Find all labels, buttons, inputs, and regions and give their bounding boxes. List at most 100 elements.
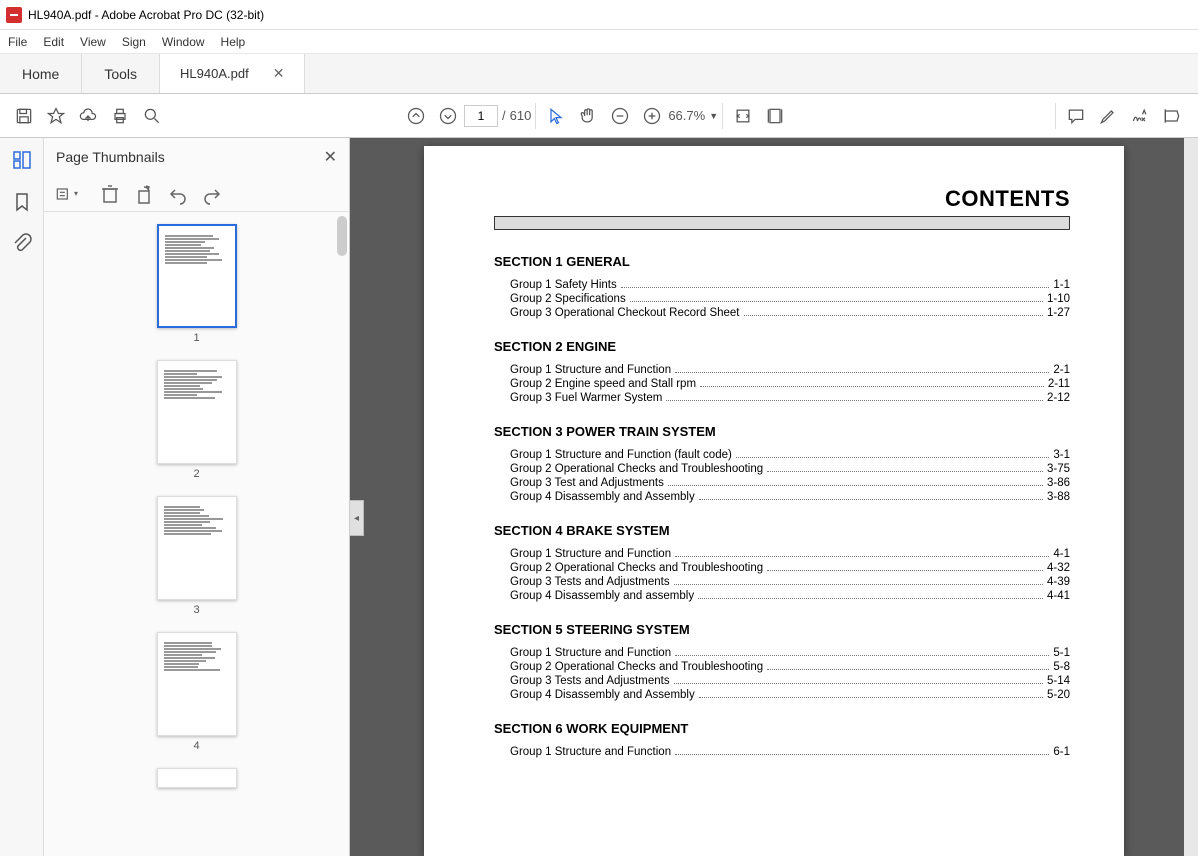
toc-entry[interactable]: Group 1 Safety Hints1-1 bbox=[510, 279, 1070, 291]
toc-leader-dots bbox=[767, 471, 1043, 472]
star-icon[interactable] bbox=[40, 100, 72, 132]
toc-entry-page: 6-1 bbox=[1053, 746, 1070, 758]
attachment-rail-icon[interactable] bbox=[10, 232, 34, 256]
menu-window[interactable]: Window bbox=[162, 35, 205, 49]
tab-home[interactable]: Home bbox=[0, 54, 82, 93]
toc-entry[interactable]: Group 3 Fuel Warmer System2-12 bbox=[510, 392, 1070, 404]
hand-icon[interactable] bbox=[572, 100, 604, 132]
toc-entry-page: 4-1 bbox=[1053, 548, 1070, 560]
toc-entry[interactable]: Group 2 Specifications1-10 bbox=[510, 293, 1070, 305]
collapse-panel-icon[interactable]: ◂ bbox=[350, 500, 364, 536]
thumbnail-item[interactable]: 1 bbox=[157, 224, 237, 344]
undo-icon[interactable] bbox=[166, 182, 190, 206]
right-tools-edge[interactable] bbox=[1184, 138, 1198, 856]
tab-document[interactable]: HL940A.pdf ✕ bbox=[160, 54, 305, 93]
panel-options-icon[interactable]: ▾ bbox=[54, 182, 78, 206]
toolbar: / 610 66.7% ▼ bbox=[0, 94, 1198, 138]
toc-entry-label: Group 1 Structure and Function bbox=[510, 746, 671, 758]
comment-icon[interactable] bbox=[1060, 100, 1092, 132]
thumbnail-item[interactable]: 2 bbox=[157, 360, 237, 480]
thumbnail-item[interactable] bbox=[157, 768, 237, 788]
page-up-icon[interactable] bbox=[400, 100, 432, 132]
highlight-icon[interactable] bbox=[1092, 100, 1124, 132]
thumbnail-page-number: 4 bbox=[193, 740, 199, 752]
menu-view[interactable]: View bbox=[80, 35, 106, 49]
toc-entry[interactable]: Group 4 Disassembly and Assembly 5-20 bbox=[510, 689, 1070, 701]
close-panel-icon[interactable]: ✕ bbox=[324, 147, 337, 167]
pointer-icon[interactable] bbox=[540, 100, 572, 132]
menu-edit[interactable]: Edit bbox=[43, 35, 64, 49]
toc-entry[interactable]: Group 2 Engine speed and Stall rpm2-11 bbox=[510, 378, 1070, 390]
page-down-icon[interactable] bbox=[432, 100, 464, 132]
toc-entry-page: 1-10 bbox=[1047, 293, 1070, 305]
toc-entry[interactable]: Group 3 Operational Checkout Record Shee… bbox=[510, 307, 1070, 319]
scrollbar[interactable] bbox=[335, 212, 347, 856]
redo-icon[interactable] bbox=[200, 182, 224, 206]
pdf-file-icon bbox=[6, 7, 22, 23]
toc-leader-dots bbox=[698, 598, 1043, 599]
thumbnail-item[interactable]: 4 bbox=[157, 632, 237, 752]
zoom-out-icon[interactable] bbox=[604, 100, 636, 132]
toc-entry-page: 4-39 bbox=[1047, 576, 1070, 588]
save-icon[interactable] bbox=[8, 100, 40, 132]
stamp-icon[interactable] bbox=[1156, 100, 1188, 132]
toc-entry[interactable]: Group 3 Tests and Adjustments5-14 bbox=[510, 675, 1070, 687]
fit-page-icon[interactable] bbox=[759, 100, 791, 132]
page-total: 610 bbox=[510, 108, 532, 123]
menubar: File Edit View Sign Window Help bbox=[0, 30, 1198, 54]
bookmark-rail-icon[interactable] bbox=[10, 190, 34, 214]
search-icon[interactable] bbox=[136, 100, 168, 132]
toc-entry-page: 5-20 bbox=[1047, 689, 1070, 701]
page-number-input[interactable] bbox=[464, 105, 498, 127]
toc-section: SECTION 1 GENERALGroup 1 Safety Hints1-1… bbox=[494, 254, 1070, 319]
toc-entry[interactable]: Group 2 Operational Checks and Troublesh… bbox=[510, 562, 1070, 574]
zoom-select[interactable]: 66.7% ▼ bbox=[668, 108, 718, 123]
toc-entry-page: 3-86 bbox=[1047, 477, 1070, 489]
toc-entry-page: 5-1 bbox=[1053, 647, 1070, 659]
thumbnail-item[interactable]: 3 bbox=[157, 496, 237, 616]
window-title: HL940A.pdf - Adobe Acrobat Pro DC (32-bi… bbox=[28, 8, 264, 22]
toc-entry-label: Group 1 Safety Hints bbox=[510, 279, 617, 291]
toc-entry-page: 2-11 bbox=[1048, 378, 1070, 390]
toc-leader-dots bbox=[675, 655, 1049, 656]
menu-help[interactable]: Help bbox=[221, 35, 246, 49]
tab-document-label: HL940A.pdf bbox=[180, 66, 249, 81]
toc-entry[interactable]: Group 1 Structure and Function2-1 bbox=[510, 364, 1070, 376]
close-tab-icon[interactable]: ✕ bbox=[273, 65, 285, 82]
document-viewport[interactable]: ◂ CONTENTS SECTION 1 GENERALGroup 1 Safe… bbox=[350, 138, 1198, 856]
toc-entry[interactable]: Group 2 Operational Checks and Troublesh… bbox=[510, 463, 1070, 475]
delete-page-icon[interactable] bbox=[98, 182, 122, 206]
toc-entry[interactable]: Group 1 Structure and Function 6-1 bbox=[510, 746, 1070, 758]
left-rail bbox=[0, 138, 44, 856]
thumbnails-list[interactable]: 1 2 3 4 bbox=[44, 212, 349, 856]
contents-heading: CONTENTS bbox=[494, 186, 1070, 212]
rotate-page-icon[interactable] bbox=[132, 182, 156, 206]
thumbnails-rail-icon[interactable] bbox=[10, 148, 34, 172]
section-heading: SECTION 4 BRAKE SYSTEM bbox=[494, 523, 1070, 538]
menu-file[interactable]: File bbox=[8, 35, 27, 49]
sign-icon[interactable] bbox=[1124, 100, 1156, 132]
cloud-share-icon[interactable] bbox=[72, 100, 104, 132]
thumbnail-page-number: 3 bbox=[193, 604, 199, 616]
toc-entry[interactable]: Group 1 Structure and Function5-1 bbox=[510, 647, 1070, 659]
toc-leader-dots bbox=[699, 697, 1043, 698]
toc-entry-page: 1-27 bbox=[1047, 307, 1070, 319]
toc-entry-label: Group 3 Test and Adjustments bbox=[510, 477, 664, 489]
toc-entry-label: Group 4 Disassembly and Assembly bbox=[510, 689, 695, 701]
toc-entry[interactable]: Group 1 Structure and Function (fault co… bbox=[510, 449, 1070, 461]
tab-tools[interactable]: Tools bbox=[82, 54, 160, 93]
toc-leader-dots bbox=[699, 499, 1043, 500]
toc-entry[interactable]: Group 4 Disassembly and assembly4-41 bbox=[510, 590, 1070, 602]
zoom-in-icon[interactable] bbox=[636, 100, 668, 132]
toc-entry[interactable]: Group 2 Operational Checks and Troublesh… bbox=[510, 661, 1070, 673]
page-indicator: / 610 bbox=[464, 105, 531, 127]
toc-entry[interactable]: Group 3 Test and Adjustments 3-86 bbox=[510, 477, 1070, 489]
menu-sign[interactable]: Sign bbox=[122, 35, 146, 49]
fit-width-icon[interactable] bbox=[727, 100, 759, 132]
toc-entry-page: 3-1 bbox=[1053, 449, 1070, 461]
print-icon[interactable] bbox=[104, 100, 136, 132]
toc-entry[interactable]: Group 3 Tests and Adjustments4-39 bbox=[510, 576, 1070, 588]
thumbnails-panel: Page Thumbnails ✕ ▾ 1234 bbox=[44, 138, 350, 856]
toc-entry[interactable]: Group 1 Structure and Function4-1 bbox=[510, 548, 1070, 560]
toc-entry[interactable]: Group 4 Disassembly and Assembly3-88 bbox=[510, 491, 1070, 503]
